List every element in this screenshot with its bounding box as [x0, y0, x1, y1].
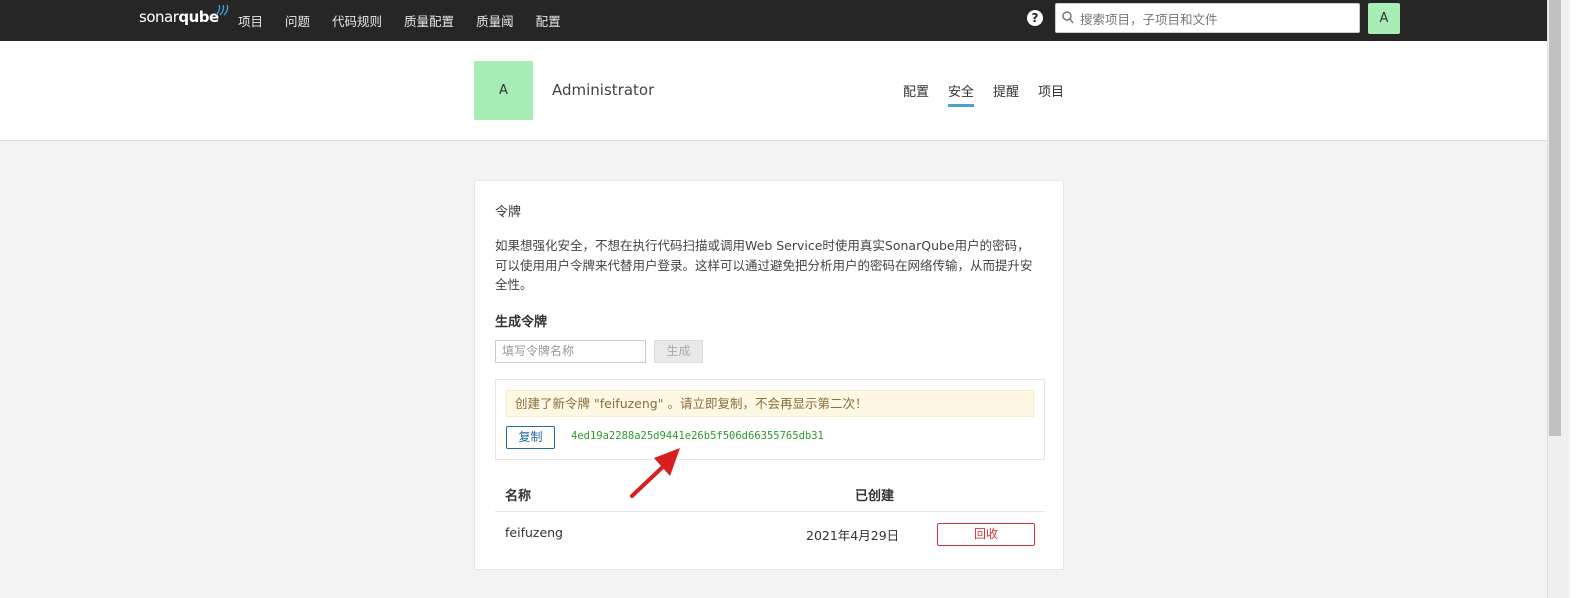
account-tabs: 配置 安全 提醒 项目 — [903, 81, 1083, 107]
logo-text-qube: qube — [178, 8, 219, 26]
help-icon[interactable]: ? — [1027, 10, 1043, 26]
nav-quality-profiles[interactable]: 质量配置 — [404, 11, 454, 30]
window-edge — [1570, 0, 1591, 598]
token-value[interactable]: 4ed19a2288a25d9441e26b5f506d66355765db31 — [571, 430, 824, 442]
user-avatar: A — [474, 61, 533, 120]
nav-rules[interactable]: 代码规则 — [332, 11, 382, 30]
tokens-table-header: 名称 已创建 — [495, 483, 1045, 512]
scrollbar-thumb[interactable] — [1549, 0, 1561, 436]
nav-projects[interactable]: 项目 — [238, 11, 263, 30]
tab-projects[interactable]: 项目 — [1038, 81, 1064, 107]
search-input[interactable] — [1078, 7, 1357, 31]
global-search[interactable] — [1055, 3, 1360, 33]
copy-button[interactable]: 复制 — [506, 426, 555, 449]
token-row-created: 2021年4月29日 — [806, 528, 900, 543]
col-created: 已创建 — [855, 489, 895, 504]
sonarqube-logo[interactable]: sonarqube — [139, 4, 228, 26]
generate-token-title: 生成令牌 — [495, 315, 548, 330]
logo-waves-icon — [215, 4, 228, 16]
account-header: A Administrator 配置 安全 提醒 项目 — [0, 41, 1547, 141]
tokens-description: 如果想强化安全，不想在执行代码扫描或调用Web Service时使用真实Sona… — [495, 238, 1033, 292]
revoke-button[interactable]: 回收 — [937, 523, 1035, 546]
user-name: Administrator — [552, 81, 655, 99]
generate-button[interactable]: 生成 — [654, 340, 703, 363]
annotation-arrow-icon — [630, 448, 680, 498]
tokens-card: 令牌 如果想强化安全，不想在执行代码扫描或调用Web Service时使用真实S… — [474, 180, 1064, 570]
nav-quality-gates[interactable]: 质量阈 — [476, 11, 514, 30]
tab-security[interactable]: 安全 — [948, 81, 975, 107]
nav-administration[interactable]: 配置 — [536, 11, 561, 30]
top-navigation-bar: sonarqube 项目 问题 代码规则 质量配置 质量阈 配置 ? A — [0, 0, 1570, 41]
nav-issues[interactable]: 问题 — [285, 11, 310, 30]
search-icon — [1062, 11, 1074, 24]
user-avatar-menu[interactable]: A — [1368, 3, 1400, 34]
tokens-title: 令牌 — [495, 205, 522, 220]
tab-profile[interactable]: 配置 — [903, 81, 929, 107]
token-name-input[interactable]: 填写令牌名称 — [495, 340, 646, 363]
new-token-panel: 创建了新令牌 "feifuzeng" 。请立即复制，不会再显示第二次！ 复制 4… — [495, 379, 1045, 460]
token-row-name: feifuzeng — [505, 525, 563, 540]
new-token-alert: 创建了新令牌 "feifuzeng" 。请立即复制，不会再显示第二次！ — [506, 390, 1034, 417]
tab-notifications[interactable]: 提醒 — [993, 81, 1019, 107]
main-nav: 项目 问题 代码规则 质量配置 质量阈 配置 — [238, 0, 583, 41]
logo-text-sonar: sonar — [139, 8, 179, 26]
col-name: 名称 — [505, 489, 532, 504]
